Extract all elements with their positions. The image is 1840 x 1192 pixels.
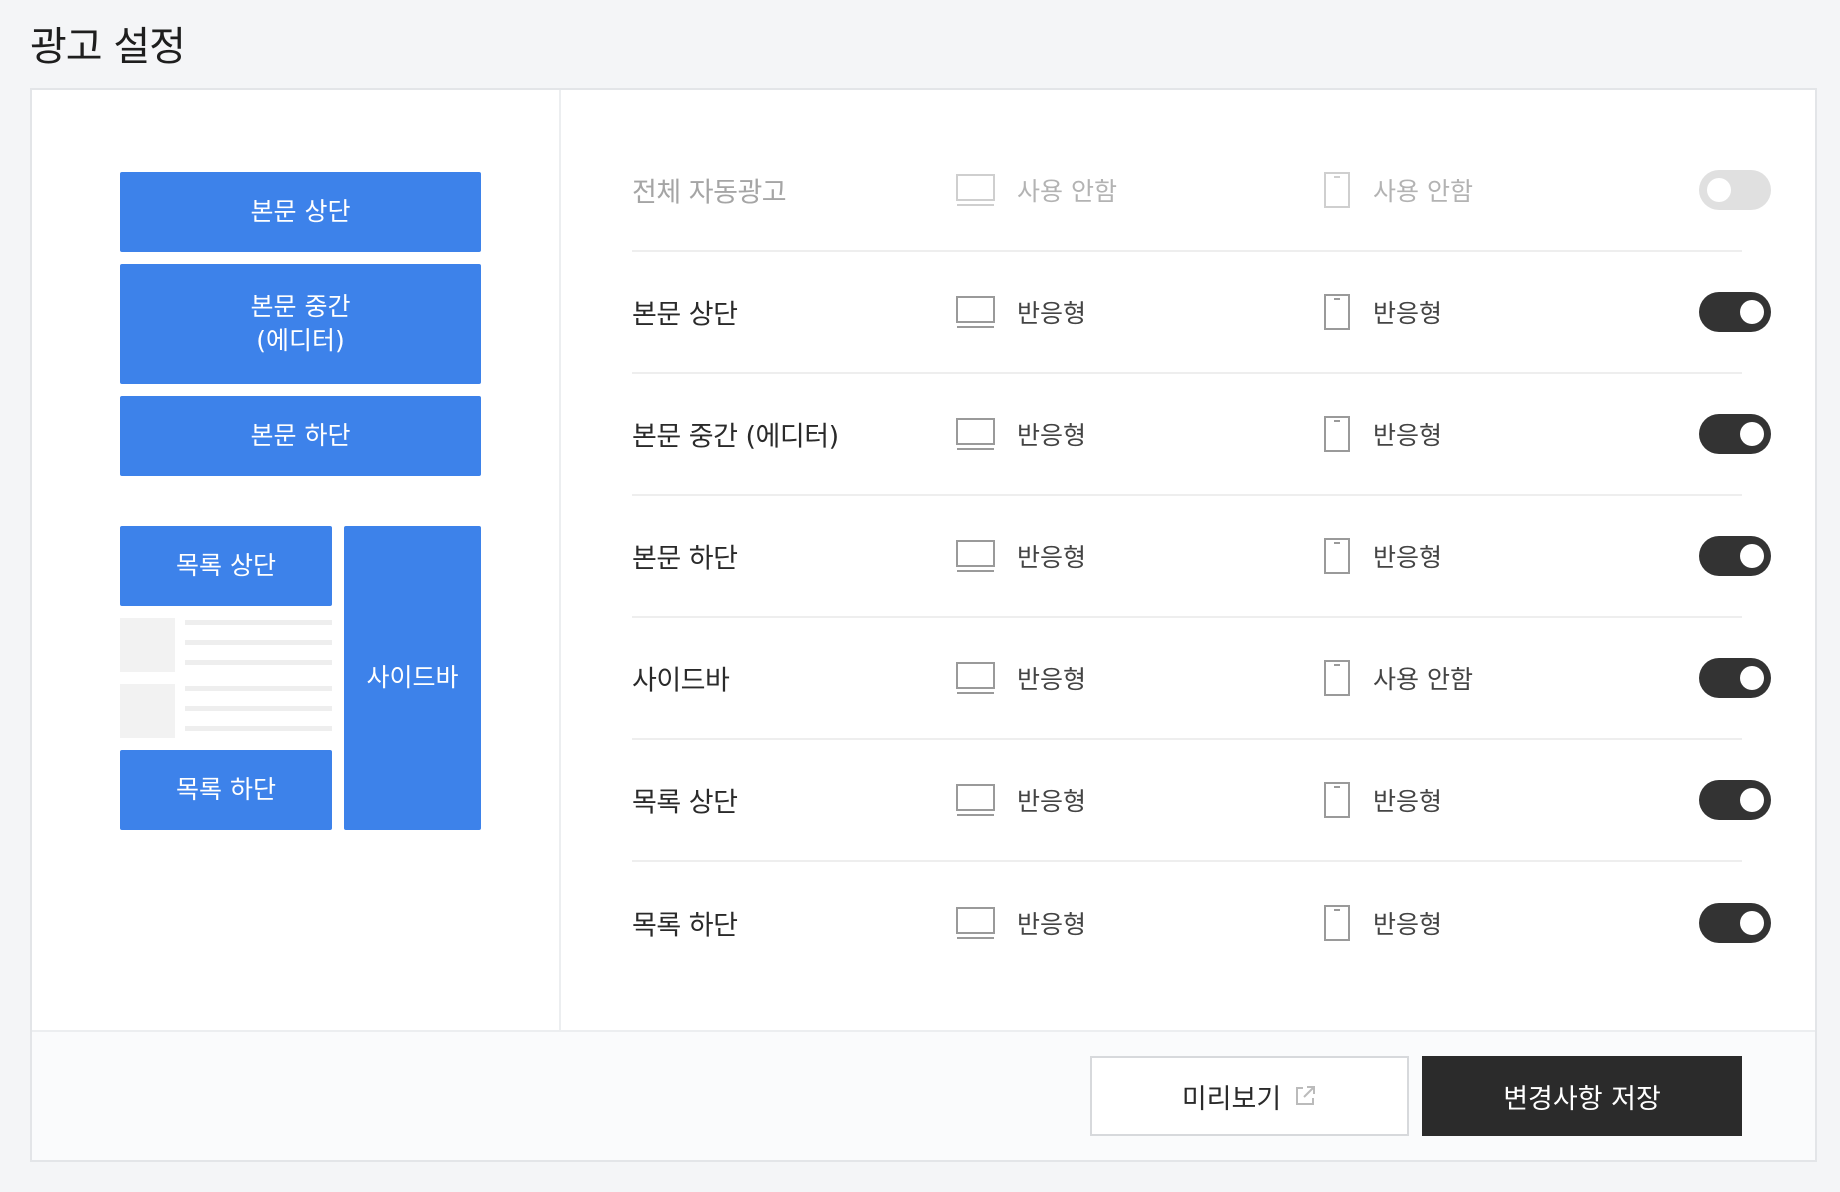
mobile-icon	[1324, 416, 1350, 452]
mobile-icon	[1324, 538, 1350, 574]
preview-block-body-middle[interactable]: 본문 중간 (에디터)	[120, 264, 481, 384]
ad-toggle-list-top[interactable]	[1699, 780, 1771, 820]
preview-button-label: 미리보기	[1181, 1083, 1282, 1115]
mobile-ad-type: 사용 안함	[1373, 665, 1473, 694]
mobile-icon	[1324, 905, 1350, 941]
pc-ad-type: 반응형	[1017, 910, 1087, 939]
ad-row-label: 본문 중간 (에디터)	[632, 421, 839, 453]
ad-row-label: 본문 상단	[632, 299, 738, 331]
ad-toggle-list-bottom[interactable]	[1699, 903, 1771, 943]
save-changes-button[interactable]: 변경사항 저장	[1422, 1056, 1742, 1136]
layout-preview: 본문 상단 본문 중간 (에디터) 본문 하단 목록 상단 목록 하단 사이드바	[32, 90, 561, 1030]
toggle-knob	[1740, 300, 1764, 324]
preview-block-sidebar[interactable]: 사이드바	[344, 526, 481, 830]
toggle-knob	[1740, 544, 1764, 568]
ad-row-body-bottom: 본문 하단 반응형 반응형	[632, 496, 1771, 618]
list-line-placeholder	[185, 640, 332, 645]
ad-row-label: 전체 자동광고	[632, 177, 787, 209]
preview-block-body-top[interactable]: 본문 상단	[120, 172, 481, 252]
desktop-icon	[956, 174, 995, 206]
pc-ad-type: 반응형	[1017, 421, 1087, 450]
ad-placement-list: 전체 자동광고 사용 안함 사용 안함 본문 상단 반응형 반응형 본문 중간 …	[632, 90, 1771, 1030]
desktop-icon	[956, 784, 995, 816]
mobile-ad-type: 반응형	[1373, 787, 1443, 816]
mobile-ad-type: 반응형	[1373, 910, 1443, 939]
mobile-ad-type: 반응형	[1373, 543, 1443, 572]
pc-ad-type: 반응형	[1017, 299, 1087, 328]
external-link-icon	[1296, 1086, 1316, 1105]
desktop-icon	[956, 662, 995, 694]
mobile-ad-type: 사용 안함	[1373, 177, 1473, 206]
pc-ad-type: 반응형	[1017, 665, 1087, 694]
pc-ad-type: 반응형	[1017, 543, 1087, 572]
desktop-icon	[956, 418, 995, 450]
list-thumbnail-placeholder	[120, 684, 175, 738]
mobile-icon	[1324, 294, 1350, 330]
mobile-icon	[1324, 172, 1350, 208]
ad-toggle-sidebar[interactable]	[1699, 658, 1771, 698]
preview-block-list-bottom[interactable]: 목록 하단	[120, 750, 332, 830]
desktop-icon	[956, 540, 995, 572]
ad-row-label: 사이드바	[632, 665, 730, 697]
ad-row-label: 본문 하단	[632, 543, 738, 575]
ad-toggle-auto[interactable]	[1699, 170, 1771, 210]
mobile-icon	[1324, 782, 1350, 818]
ad-toggle-body-middle[interactable]	[1699, 414, 1771, 454]
toggle-knob	[1740, 422, 1764, 446]
mobile-icon	[1324, 660, 1350, 696]
desktop-icon	[956, 907, 995, 939]
preview-block-body-bottom[interactable]: 본문 하단	[120, 396, 481, 476]
panel-footer: 미리보기 변경사항 저장	[32, 1030, 1815, 1160]
toggle-knob	[1707, 178, 1731, 202]
ad-row-label: 목록 상단	[632, 787, 738, 819]
ad-toggle-body-bottom[interactable]	[1699, 536, 1771, 576]
ad-row-auto: 전체 자동광고 사용 안함 사용 안함	[632, 130, 1771, 252]
mobile-ad-type: 반응형	[1373, 299, 1443, 328]
list-line-placeholder	[185, 706, 332, 711]
ad-row-body-top: 본문 상단 반응형 반응형	[632, 252, 1771, 374]
ad-row-body-middle: 본문 중간 (에디터) 반응형 반응형	[632, 374, 1771, 496]
toggle-knob	[1740, 911, 1764, 935]
preview-block-list-top[interactable]: 목록 상단	[120, 526, 332, 606]
list-line-placeholder	[185, 660, 332, 665]
ad-row-sidebar: 사이드바 반응형 사용 안함	[632, 618, 1771, 740]
pc-ad-type: 반응형	[1017, 787, 1087, 816]
toggle-knob	[1740, 666, 1764, 690]
ad-row-list-top: 목록 상단 반응형 반응형	[632, 740, 1771, 862]
list-line-placeholder	[185, 686, 332, 691]
ad-settings-panel: 본문 상단 본문 중간 (에디터) 본문 하단 목록 상단 목록 하단 사이드바…	[30, 88, 1817, 1162]
preview-button[interactable]: 미리보기	[1090, 1056, 1409, 1136]
ad-row-label: 목록 하단	[632, 910, 738, 942]
ad-toggle-body-top[interactable]	[1699, 292, 1771, 332]
list-line-placeholder	[185, 620, 332, 625]
toggle-knob	[1740, 788, 1764, 812]
list-line-placeholder	[185, 726, 332, 731]
pc-ad-type: 사용 안함	[1017, 177, 1117, 206]
mobile-ad-type: 반응형	[1373, 421, 1443, 450]
page-title: 광고 설정	[30, 24, 186, 70]
ad-row-list-bottom: 목록 하단 반응형 반응형	[632, 862, 1771, 984]
desktop-icon	[956, 296, 995, 328]
list-thumbnail-placeholder	[120, 618, 175, 672]
